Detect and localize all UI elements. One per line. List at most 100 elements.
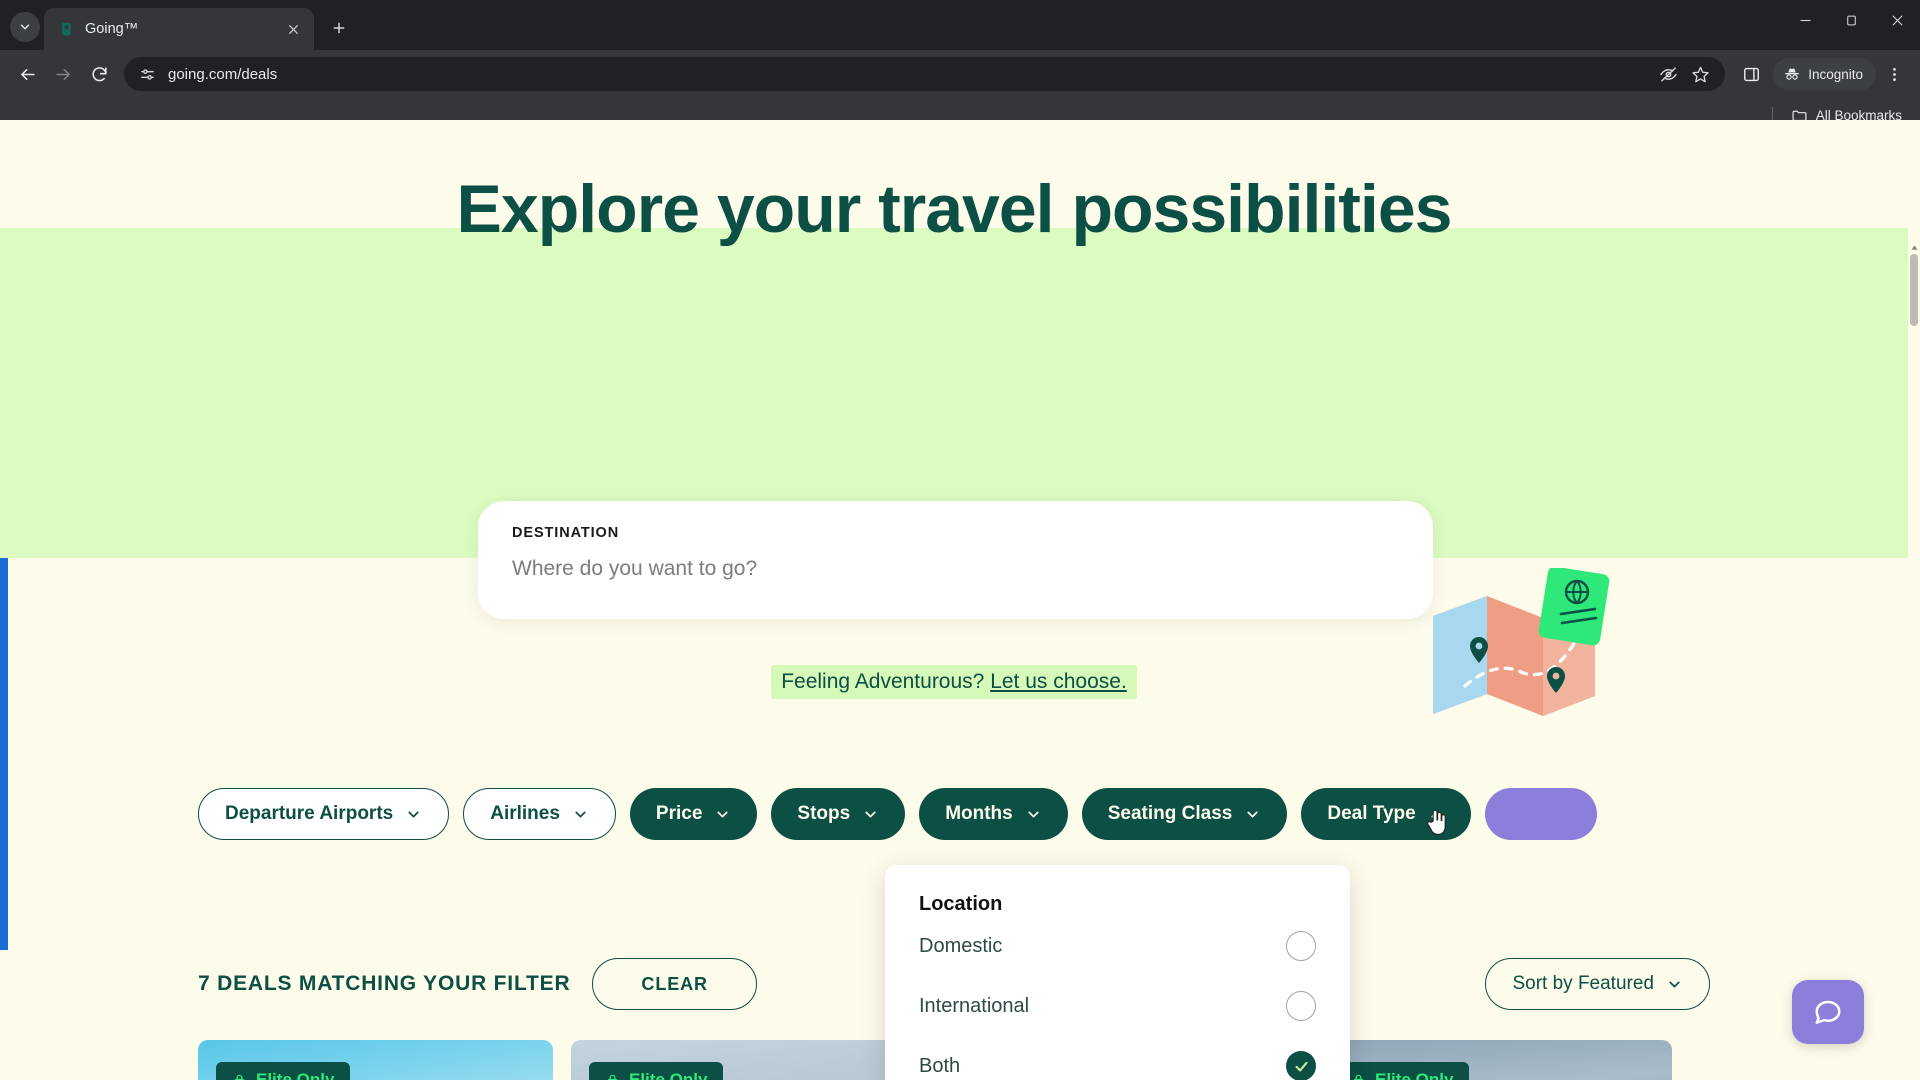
browser-tab[interactable]: Going™ — [44, 8, 314, 50]
filter-chip-price[interactable]: Price — [629, 788, 758, 840]
dropdown-heading-location: Location — [919, 893, 1003, 915]
chip-label: Airlines — [490, 803, 560, 824]
chevron-down-icon — [865, 811, 876, 817]
destination-search-card[interactable]: DESTINATION Where do you want to go? — [478, 501, 1433, 619]
chip-label: Stops — [797, 803, 851, 824]
deal-card[interactable]: Elite Only — [1317, 1040, 1672, 1080]
chip-label: Departure Airports — [225, 803, 394, 824]
chip-label: Deal Type — [1327, 803, 1416, 824]
deal-card[interactable]: Elite Only — [571, 1040, 926, 1080]
plus-icon — [333, 22, 345, 34]
filter-chip-departure-airports[interactable]: Departure Airports — [198, 788, 450, 840]
incognito-indicator[interactable]: Incognito — [1773, 58, 1876, 90]
badge-label: Elite Only — [629, 1070, 708, 1080]
filter-chip-stops[interactable]: Stops — [771, 788, 906, 840]
dropdown-option-domestic[interactable]: Domestic — [919, 916, 1316, 976]
page-scrollbar[interactable] — [1908, 240, 1920, 1080]
reload-button[interactable] — [82, 57, 116, 91]
arrow-left-icon — [20, 68, 35, 80]
browser-toolbar: going.com/deals Incognito — [0, 50, 1920, 98]
page-viewport: Explore your travel possibilities DESTIN… — [0, 120, 1920, 1080]
maximize-button[interactable] — [1828, 0, 1874, 40]
chat-bubble-icon — [1815, 1000, 1841, 1024]
address-bar-url: going.com/deals — [168, 65, 278, 83]
triangle-up-icon — [1911, 244, 1917, 250]
tracking-protection-icon[interactable] — [1655, 61, 1681, 87]
option-label: Both — [919, 1054, 961, 1077]
chip-label: Months — [945, 803, 1013, 824]
let-us-choose-link[interactable]: Let us choose. — [990, 670, 1127, 693]
filter-chip-highlighted[interactable] — [1484, 788, 1597, 840]
radio-domestic[interactable] — [1286, 931, 1316, 961]
map-illustration — [1433, 568, 1610, 716]
deals-count-label: 7 DEALS MATCHING YOUR FILTER — [198, 972, 571, 995]
adventurous-prompt: Feeling Adventurous? Let us choose. — [0, 665, 1908, 699]
tab-search-button[interactable] — [10, 12, 40, 42]
arrow-right-icon — [55, 68, 70, 80]
address-bar[interactable]: going.com/deals — [124, 57, 1726, 91]
radio-international[interactable] — [1286, 991, 1316, 1021]
results-summary-bar: 7 DEALS MATCHING YOUR FILTER CLEAR — [198, 958, 757, 1010]
sort-by-label: Sort by Featured — [1512, 973, 1654, 994]
lock-icon — [1353, 1074, 1364, 1080]
filter-chips-row: Departure Airports Airlines Price Stops … — [198, 788, 1597, 840]
filter-chip-months[interactable]: Months — [919, 788, 1068, 840]
reload-icon — [91, 66, 107, 81]
tab-close-button[interactable] — [282, 18, 304, 40]
filter-chip-airlines[interactable]: Airlines — [463, 788, 616, 840]
minimize-button[interactable] — [1782, 0, 1828, 40]
hero-banner: Explore your travel possibilities DESTIN… — [0, 171, 1908, 716]
tab-title: Going™ — [85, 21, 139, 37]
scrollbar-thumb[interactable] — [1910, 254, 1918, 326]
maximize-icon — [1846, 15, 1856, 25]
elite-only-badge: Elite Only — [589, 1062, 724, 1080]
destination-label: DESTINATION — [512, 525, 620, 541]
site-settings-icon[interactable] — [134, 61, 160, 87]
address-bar-actions — [1655, 61, 1713, 87]
chrome-menu-button[interactable] — [1878, 58, 1910, 90]
deal-type-dropdown-panel: Location Domestic International Both Dea… — [885, 865, 1350, 1080]
bookmark-star-icon[interactable] — [1687, 61, 1713, 87]
page-title: Explore your travel possibilities — [456, 171, 1453, 247]
clear-filters-button[interactable]: CLEAR — [592, 958, 757, 1010]
chevron-down-icon — [20, 24, 30, 30]
chevron-down-icon — [1247, 811, 1258, 817]
window-controls — [1782, 0, 1920, 50]
dropdown-option-both[interactable]: Both — [919, 1036, 1316, 1080]
scroll-up-arrow[interactable] — [1908, 240, 1920, 254]
radio-both[interactable] — [1286, 1051, 1316, 1080]
tab-strip: Going™ — [0, 0, 1920, 50]
badge-label: Elite Only — [256, 1070, 335, 1080]
chip-label: Price — [655, 803, 703, 824]
close-icon — [1892, 15, 1902, 25]
deal-card[interactable]: Elite Only — [198, 1040, 553, 1080]
option-label: International — [919, 994, 1030, 1017]
star-icon — [1692, 66, 1709, 82]
chevron-down-icon — [1669, 981, 1680, 987]
tune-icon — [140, 68, 154, 80]
sort-by-dropdown[interactable]: Sort by Featured — [1485, 958, 1710, 1010]
back-button[interactable] — [10, 57, 44, 91]
chevron-down-icon — [408, 811, 419, 817]
browser-window: Going™ going.com/deals Incognito All Boo… — [0, 0, 1920, 1080]
page-content: Explore your travel possibilities DESTIN… — [0, 120, 1908, 1080]
chevron-down-icon — [717, 811, 729, 817]
dropdown-option-international[interactable]: International — [919, 976, 1316, 1036]
lock-icon — [234, 1074, 245, 1080]
new-tab-button[interactable] — [322, 11, 356, 45]
side-panel-button[interactable] — [1735, 58, 1767, 90]
adventurous-text: Feeling Adventurous? — [781, 670, 985, 693]
chat-support-button[interactable] — [1792, 980, 1864, 1044]
forward-button[interactable] — [46, 57, 80, 91]
elite-only-badge: Elite Only — [1335, 1062, 1470, 1080]
badge-label: Elite Only — [1375, 1070, 1454, 1080]
close-window-button[interactable] — [1874, 0, 1920, 40]
destination-input[interactable]: Where do you want to go? — [512, 557, 1399, 581]
filter-chip-seating-class[interactable]: Seating Class — [1081, 788, 1288, 840]
mouse-cursor — [1425, 808, 1449, 843]
chevron-down-icon — [575, 811, 586, 817]
lock-icon — [607, 1074, 618, 1080]
side-panel-icon — [1743, 67, 1759, 81]
incognito-label: Incognito — [1808, 66, 1863, 82]
kebab-menu-icon — [1892, 67, 1896, 81]
